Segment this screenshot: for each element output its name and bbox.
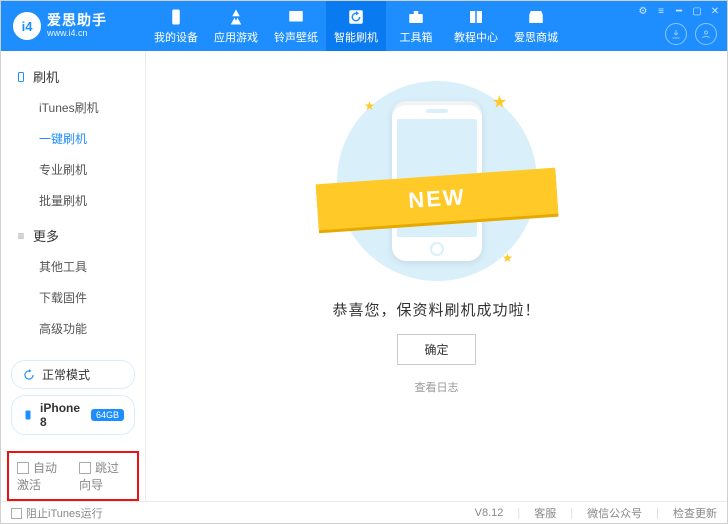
- nav-toolbox[interactable]: 工具箱: [386, 1, 446, 51]
- device-icon: [22, 408, 34, 422]
- sidebar-item-other-tools[interactable]: 其他工具: [1, 251, 145, 282]
- star-icon: [493, 95, 507, 109]
- book-icon: [467, 8, 485, 26]
- title-bar: i4 爱思助手 www.i4.cn 我的设备 应用游戏 铃声壁纸 智能刷机 工具…: [1, 1, 727, 51]
- checkbox-block-itunes[interactable]: 阻止iTunes运行: [11, 505, 103, 521]
- window-controls: ⚙ ≡ ━ ▢ ✕: [637, 5, 721, 17]
- sidebar-item-oneclick-flash[interactable]: 一键刷机: [1, 123, 145, 154]
- settings-icon[interactable]: ⚙: [637, 5, 649, 17]
- checkbox-skip-guide[interactable]: 跳过向导: [79, 459, 129, 493]
- logo-block: i4 爱思助手 www.i4.cn: [1, 12, 146, 40]
- sidebar-item-itunes-flash[interactable]: iTunes刷机: [1, 92, 145, 123]
- checkbox-auto-activate[interactable]: 自动激活: [17, 459, 67, 493]
- header-right-buttons: [665, 23, 717, 45]
- star-icon: [503, 253, 513, 263]
- success-illustration: NEW: [337, 81, 537, 281]
- new-ribbon: NEW: [315, 168, 558, 231]
- refresh-icon: [347, 8, 365, 26]
- toolbox-icon: [407, 8, 425, 26]
- sidebar-group-flash: 刷机: [1, 61, 145, 92]
- mode-chip[interactable]: 正常模式: [11, 360, 135, 389]
- list-icon: ≡: [15, 229, 27, 243]
- store-icon: [527, 8, 545, 26]
- menu-icon[interactable]: ≡: [655, 5, 667, 17]
- nav-my-device[interactable]: 我的设备: [146, 1, 206, 51]
- app-subtitle: www.i4.cn: [47, 29, 107, 39]
- nav-tutorials[interactable]: 教程中心: [446, 1, 506, 51]
- image-icon: [287, 8, 305, 26]
- wechat-link[interactable]: 微信公众号: [587, 505, 642, 521]
- download-button[interactable]: [665, 23, 687, 45]
- storage-badge: 64GB: [91, 409, 124, 421]
- view-log-link[interactable]: 查看日志: [415, 379, 459, 395]
- maximize-icon[interactable]: ▢: [691, 5, 703, 17]
- sidebar-item-download-firmware[interactable]: 下载固件: [1, 282, 145, 313]
- nav-store[interactable]: 爱思商城: [506, 1, 566, 51]
- logo-icon: i4: [13, 12, 41, 40]
- close-icon[interactable]: ✕: [709, 5, 721, 17]
- apps-icon: [227, 8, 245, 26]
- nav-apps[interactable]: 应用游戏: [206, 1, 266, 51]
- sidebar-group-more: ≡ 更多: [1, 220, 145, 251]
- version-label: V8.12: [475, 507, 504, 519]
- sidebar: 刷机 iTunes刷机 一键刷机 专业刷机 批量刷机 ≡ 更多 其他工具 下载固…: [1, 51, 146, 501]
- status-bar: 阻止iTunes运行 V8.12| 客服| 微信公众号| 检查更新: [1, 501, 727, 523]
- sync-icon: [22, 368, 36, 382]
- minimize-icon[interactable]: ━: [673, 5, 685, 17]
- phone-outline-icon: [15, 71, 27, 83]
- bottom-options-highlight: 自动激活 跳过向导: [7, 451, 139, 501]
- sidebar-item-batch-flash[interactable]: 批量刷机: [1, 185, 145, 216]
- nav-smart-flash[interactable]: 智能刷机: [326, 1, 386, 51]
- star-icon: [365, 101, 375, 111]
- check-update-link[interactable]: 检查更新: [673, 505, 717, 521]
- nav-ringtones[interactable]: 铃声壁纸: [266, 1, 326, 51]
- success-message: 恭喜您，保资料刷机成功啦！: [332, 299, 540, 320]
- user-button[interactable]: [695, 23, 717, 45]
- sidebar-item-advanced[interactable]: 高级功能: [1, 313, 145, 344]
- app-title: 爱思助手: [47, 13, 107, 28]
- main-panel: NEW 恭喜您，保资料刷机成功啦！ 确定 查看日志: [146, 51, 727, 501]
- phone-icon: [167, 8, 185, 26]
- device-chip[interactable]: iPhone 8 64GB: [11, 395, 135, 435]
- support-link[interactable]: 客服: [534, 505, 556, 521]
- ok-button[interactable]: 确定: [397, 334, 475, 365]
- sidebar-item-pro-flash[interactable]: 专业刷机: [1, 154, 145, 185]
- top-nav: 我的设备 应用游戏 铃声壁纸 智能刷机 工具箱 教程中心 爱思商城: [146, 1, 566, 51]
